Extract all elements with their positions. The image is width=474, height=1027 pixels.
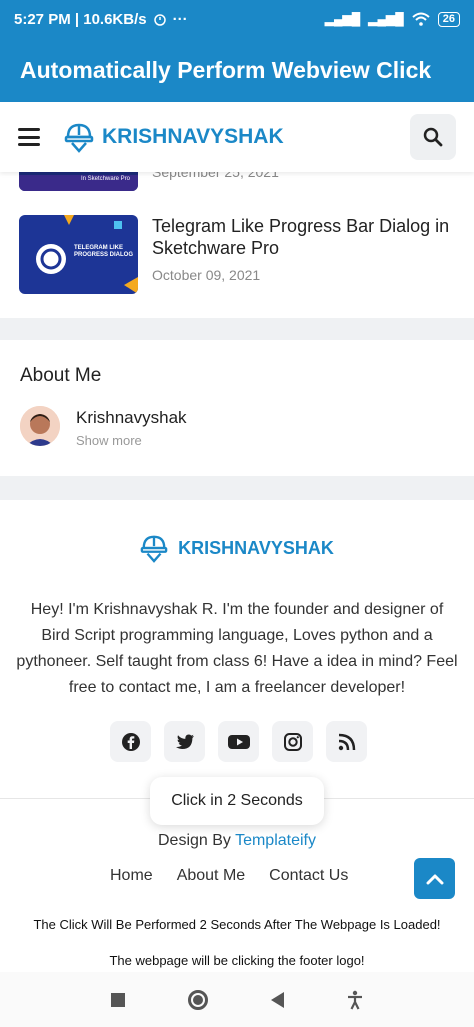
facebook-icon (121, 732, 140, 751)
post-thumbnail[interactable]: In Sketchware Pro (19, 172, 138, 191)
facebook-button[interactable] (110, 721, 151, 762)
wifi-icon (412, 12, 430, 26)
footer-brand: KRISHNAVYSHAK (178, 537, 334, 558)
app-title: Automatically Perform Webview Click (20, 56, 432, 83)
section-separator (0, 318, 474, 340)
status-time: 5:27 PM | 10.6KB/s (14, 10, 147, 28)
helmet-logo-icon (64, 123, 94, 153)
post-item[interactable]: In Sketchware Pro September 25, 2021 (0, 172, 474, 192)
post-date: October 09, 2021 (152, 267, 261, 283)
design-credit-prefix: Design By (158, 832, 236, 849)
footer-logo[interactable]: KRISHNAVYSHAK (0, 533, 474, 563)
site-logo[interactable]: KRISHNAVYSHAK (64, 121, 284, 153)
signal-icon: ▂▄▆█ (324, 12, 361, 26)
footer-nav-about[interactable]: About Me (177, 867, 245, 885)
battery-icon: 26 (437, 11, 460, 27)
twitter-icon (175, 734, 194, 749)
home-icon[interactable] (188, 989, 209, 1010)
footer-nav-home[interactable]: Home (110, 867, 153, 885)
social-links (110, 721, 367, 762)
search-icon (423, 127, 443, 147)
rss-button[interactable] (326, 721, 367, 762)
about-heading: About Me (20, 365, 102, 386)
youtube-button[interactable] (218, 721, 259, 762)
avatar[interactable] (20, 406, 60, 446)
alarm-icon (153, 14, 166, 26)
instagram-icon (283, 732, 302, 751)
templateify-link[interactable]: Templateify (235, 832, 316, 849)
site-brand: KRISHNAVYSHAK (102, 125, 284, 148)
show-more-link[interactable]: Show more (76, 433, 142, 448)
footer-nav: Home About Me Contact Us (110, 867, 348, 885)
search-button[interactable] (410, 114, 456, 160)
menu-icon[interactable] (18, 128, 40, 146)
helmet-logo-icon (140, 535, 168, 563)
post-item[interactable]: TELEGRAM LIKE PROGRESS DIALOG Telegram L… (19, 215, 459, 295)
rss-icon (338, 733, 355, 750)
back-icon[interactable] (270, 991, 284, 1008)
twitter-button[interactable] (164, 721, 205, 762)
system-nav-bar (0, 972, 474, 1027)
recents-icon[interactable] (111, 992, 126, 1007)
author-name[interactable]: Krishnavyshak (76, 408, 187, 428)
post-title[interactable]: Telegram Like Progress Bar Dialog in Ske… (152, 215, 452, 259)
footer-nav-contact[interactable]: Contact Us (269, 867, 348, 885)
post-thumbnail-caption: TELEGRAM LIKE PROGRESS DIALOG (74, 245, 134, 258)
status-bar: 5:27 PM | 10.6KB/s ··· ▂▄▆█ ▂▄▆█ 26 (0, 0, 474, 38)
accessibility-icon[interactable] (347, 990, 363, 1010)
post-thumbnail-caption: In Sketchware Pro (81, 176, 131, 182)
section-separator (0, 476, 474, 500)
signal-icon-2: ▂▄▆█ (368, 12, 404, 26)
post-date: September 25, 2021 (152, 172, 279, 180)
more-dots-icon: ··· (172, 10, 188, 28)
instagram-button[interactable] (272, 721, 313, 762)
footer-bio: Hey! I'm Krishnavyshak R. I'm the founde… (16, 601, 458, 696)
chevron-up-icon (426, 874, 443, 884)
design-credit: Design By Templateify (0, 832, 474, 850)
info-note-timing: The Click Will Be Performed 2 Seconds Af… (33, 917, 441, 932)
back-to-top-button[interactable] (414, 858, 455, 899)
toast-message: Click in 2 Seconds (150, 777, 324, 825)
app-bar: Automatically Perform Webview Click (0, 38, 474, 102)
site-header: KRISHNAVYSHAK (0, 102, 474, 172)
info-note-target: The webpage will be clicking the footer … (109, 953, 365, 968)
post-thumbnail[interactable]: TELEGRAM LIKE PROGRESS DIALOG (19, 215, 138, 294)
youtube-icon (227, 734, 250, 749)
